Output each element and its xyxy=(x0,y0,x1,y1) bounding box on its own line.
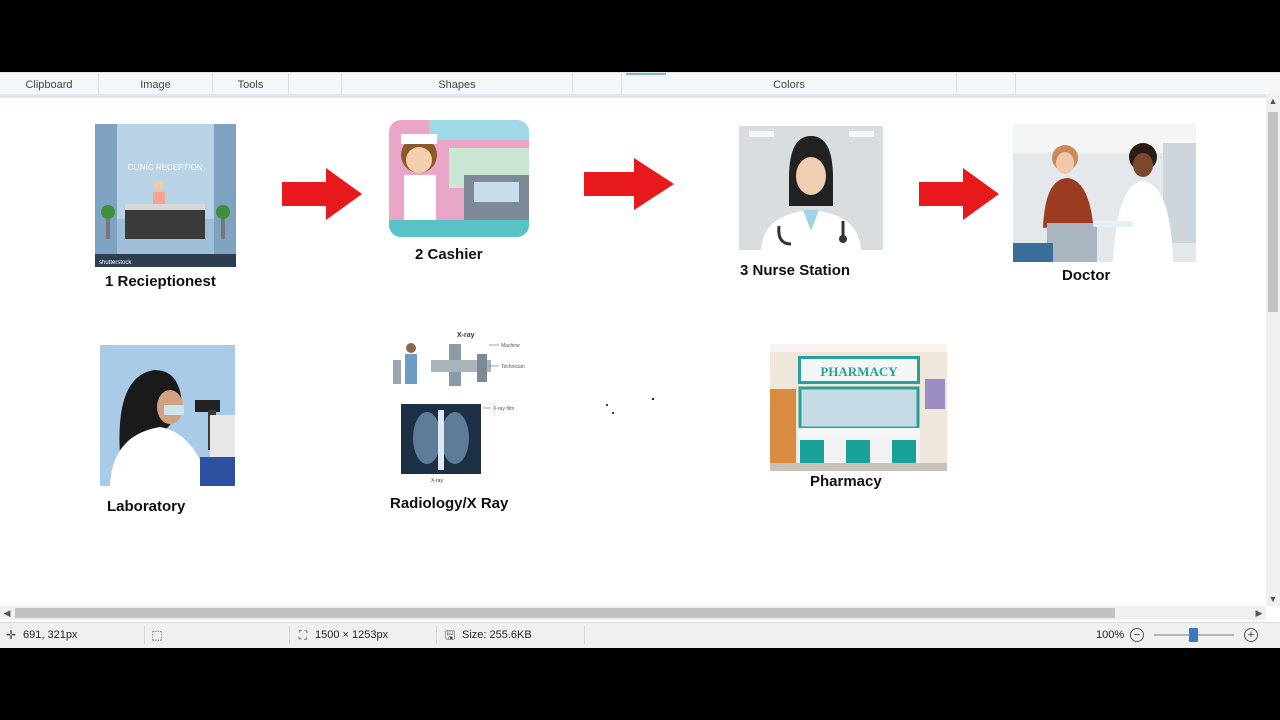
zoom-slider-thumb[interactable] xyxy=(1189,628,1198,642)
ribbon-group-brushes[interactable] xyxy=(289,73,342,95)
status-divider xyxy=(584,626,585,644)
caption-nurse-station: 3 Nurse Station xyxy=(740,262,851,279)
ribbon-group-shapes[interactable]: Shapes xyxy=(342,73,573,95)
paint-window: Clipboard Image Tools Shapes Colors CLIN… xyxy=(0,72,1280,648)
scroll-right-icon[interactable]: ▶ xyxy=(1252,606,1266,620)
radiology-image: X-ray Machine Technician X-ray film X-ra… xyxy=(391,330,544,486)
nurse-image xyxy=(739,126,883,250)
reception-sign-text: CLINIC RECEPTION xyxy=(127,163,202,172)
xray-label: Machine xyxy=(501,343,520,349)
canvas-dot xyxy=(612,412,614,414)
caption-doctor: Doctor xyxy=(1062,267,1111,284)
save-disk-icon: 🖫 xyxy=(444,628,456,642)
status-divider xyxy=(289,626,290,644)
horizontal-scrollbar[interactable]: ◀ ▶ xyxy=(0,606,1266,620)
caption-receptionist: 1 Recieptionest xyxy=(105,273,216,290)
canvas-viewport[interactable]: CLINIC RECEPTION shutterstock 1 Reciepti… xyxy=(0,98,1266,606)
selection-size-readout: ⬚ xyxy=(150,623,169,647)
vertical-scrollbar[interactable]: ▲ ▼ xyxy=(1266,94,1280,606)
ribbon-group-image[interactable]: Image xyxy=(99,73,213,95)
cashier-image xyxy=(389,120,529,237)
arrow-right-icon xyxy=(282,168,362,220)
ribbon-group-tools[interactable]: Tools xyxy=(213,73,289,95)
arrow-right-icon xyxy=(919,168,999,220)
vertical-scroll-thumb[interactable] xyxy=(1268,112,1278,312)
xray-label: Technician xyxy=(501,364,525,370)
crosshair-icon: ✛ xyxy=(5,628,17,642)
caption-cashier: 2 Cashier xyxy=(415,246,483,263)
scroll-left-icon[interactable]: ◀ xyxy=(0,606,14,620)
image-dimensions-readout: ⛶ 1500 × 1253px xyxy=(296,623,388,647)
doctor-image xyxy=(1013,123,1196,262)
cursor-position-text: 691, 321px xyxy=(23,629,78,641)
ribbon-group-clipboard[interactable]: Clipboard xyxy=(0,73,99,95)
ribbon-group-size[interactable] xyxy=(573,73,622,95)
laboratory-image xyxy=(100,345,235,486)
cursor-position-readout: ✛ 691, 321px xyxy=(4,623,77,647)
status-divider xyxy=(436,626,437,644)
horizontal-scroll-thumb[interactable] xyxy=(15,608,1115,618)
zoom-level-text: 100% xyxy=(1096,629,1125,641)
image-size-icon: ⛶ xyxy=(298,628,308,642)
file-size-readout: 🖫 Size: 255.6KB xyxy=(443,623,532,647)
xray-diagram-title: X-ray xyxy=(457,332,475,339)
selection-icon: ⬚ xyxy=(151,628,163,642)
xray-diagram-bottom: X-ray xyxy=(431,478,443,484)
caption-radiology: Radiology/X Ray xyxy=(390,495,509,512)
pharmacy-sign-text: PHARMACY xyxy=(820,364,898,379)
zoom-in-icon[interactable]: + xyxy=(1244,628,1258,642)
canvas-dot xyxy=(652,398,654,400)
status-divider xyxy=(144,626,145,644)
receptionist-image: CLINIC RECEPTION shutterstock xyxy=(95,124,236,267)
canvas-dot xyxy=(606,404,608,406)
ribbon-group-colors[interactable]: Colors xyxy=(622,73,957,95)
file-size-text: Size: 255.6KB xyxy=(462,629,532,641)
arrow-right-icon xyxy=(584,158,674,210)
caption-pharmacy: Pharmacy xyxy=(810,473,882,490)
scroll-up-icon[interactable]: ▲ xyxy=(1266,94,1280,108)
drawing-canvas[interactable]: CLINIC RECEPTION shutterstock 1 Reciepti… xyxy=(4,98,1266,606)
caption-laboratory: Laboratory xyxy=(107,498,186,515)
ribbon-group-edit-colors[interactable] xyxy=(957,73,1016,95)
shutterstock-watermark: shutterstock xyxy=(99,260,132,266)
pharmacy-image: PHARMACY xyxy=(770,344,947,471)
xray-label: X-ray film xyxy=(493,406,514,412)
image-dimensions-text: 1500 × 1253px xyxy=(315,629,389,641)
scroll-down-icon[interactable]: ▼ xyxy=(1266,592,1280,606)
ribbon-group-labels: Clipboard Image Tools Shapes Colors xyxy=(0,72,1280,95)
zoom-out-icon[interactable]: − xyxy=(1130,628,1144,642)
ribbon-focus-accent xyxy=(626,73,666,75)
status-bar: ✛ 691, 321px ⬚ ⛶ 1500 × 1253px 🖫 Size: 2… xyxy=(0,622,1280,648)
